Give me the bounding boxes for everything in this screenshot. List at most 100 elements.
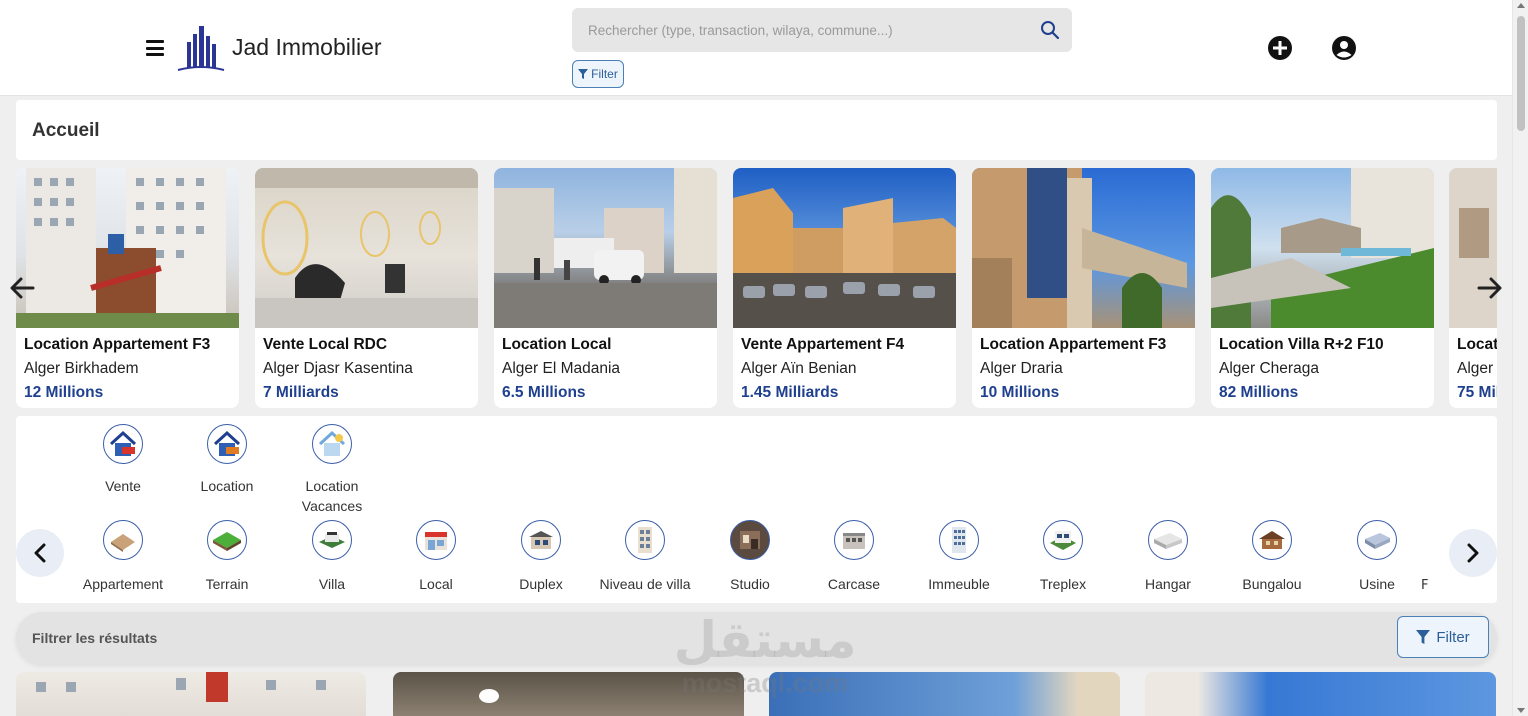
listing-price: 6.5 Millions	[502, 384, 586, 401]
search-input[interactable]	[572, 8, 1032, 52]
type-carcase[interactable]: Carcase	[802, 520, 906, 594]
listing-location: Alger Draria	[980, 360, 1063, 377]
listing-price: 1.45 Milliards	[741, 384, 839, 401]
brand-name[interactable]: Jad Immobilier	[232, 34, 382, 61]
listing-price: 75 Millions	[1457, 384, 1497, 401]
result-card[interactable]	[769, 672, 1120, 716]
listing-card[interactable]: Location Appartement F3 Alger Birkhadem …	[16, 168, 239, 408]
factory-icon	[1357, 520, 1397, 560]
listing-card[interactable]: Location Villa R+2 F10 Alger Cheraga 82 …	[1211, 168, 1434, 408]
page-title-panel: Accueil	[16, 100, 1497, 160]
listing-photo	[494, 168, 717, 328]
categories-prev-button[interactable]	[16, 529, 64, 577]
type-appartement[interactable]: Appartement	[71, 520, 175, 594]
listing-title: Vente Local RDC	[263, 336, 388, 353]
scroll-down-arrow-icon[interactable]	[1517, 708, 1525, 713]
listing-location: Alger El Madania	[502, 360, 621, 377]
transaction-location[interactable]: Location	[175, 424, 279, 496]
type-label: Local	[419, 576, 453, 592]
type-label: Treplex	[1039, 576, 1087, 592]
type-niveau-de-villa[interactable]: Niveau de villa	[593, 520, 697, 594]
house-holiday-icon	[312, 424, 352, 464]
carousel-prev-button[interactable]	[0, 266, 44, 310]
listing-card[interactable]: Location Appartement F3 Alger Draria 10 …	[972, 168, 1195, 408]
listing-title: Vente Appartement F4	[741, 336, 905, 353]
type-usine[interactable]: Usine	[1325, 520, 1429, 594]
filter-button-small[interactable]: Filter	[572, 60, 624, 88]
result-card[interactable]	[393, 672, 744, 716]
type-label: Duplex	[519, 576, 563, 592]
filter-button[interactable]: Filter	[1397, 616, 1489, 658]
listing-title: Location Appartement F3	[980, 336, 1167, 353]
menu-icon[interactable]	[146, 40, 164, 56]
filter-button-label: Filter	[591, 67, 618, 81]
result-card[interactable]	[1145, 672, 1496, 716]
type-villa[interactable]: Villa	[280, 520, 384, 594]
add-circle-icon[interactable]	[1268, 36, 1292, 60]
type-label: Usine	[1359, 576, 1395, 592]
chevron-right-icon	[1467, 543, 1479, 563]
page-title: Accueil	[32, 120, 100, 141]
page-scrollbar[interactable]	[1512, 0, 1528, 716]
type-bungalou[interactable]: Bungalou	[1220, 520, 1324, 594]
logo-icon[interactable]	[176, 24, 226, 72]
type-label: Niveau de villa	[599, 576, 691, 592]
carcass-icon	[834, 520, 874, 560]
type-hangar[interactable]: Hangar	[1116, 520, 1220, 594]
arrow-left-icon	[10, 277, 35, 299]
shop-icon	[416, 520, 456, 560]
land-icon	[207, 520, 247, 560]
categories-next-button[interactable]	[1449, 529, 1497, 577]
listing-photo	[733, 168, 956, 328]
listing-location: Alger Aïn Benian	[741, 360, 857, 377]
type-terrain[interactable]: Terrain	[175, 520, 279, 594]
scroll-up-arrow-icon[interactable]	[1517, 3, 1525, 8]
transaction-label: Location Vacances	[301, 478, 363, 514]
listing-card[interactable]: Vente Appartement F4 Alger Aïn Benian 1.…	[733, 168, 956, 408]
transaction-location-vacances[interactable]: Location Vacances	[280, 424, 384, 516]
scroll-thumb[interactable]	[1517, 16, 1525, 131]
transaction-vente[interactable]: Vente	[71, 424, 175, 496]
type-duplex[interactable]: Duplex	[489, 520, 593, 594]
type-treplex[interactable]: Treplex	[1011, 520, 1115, 594]
listing-photo	[1211, 168, 1434, 328]
type-label: Immeuble	[928, 576, 990, 592]
listing-photo	[255, 168, 478, 328]
listing-location: Alger	[1457, 360, 1494, 377]
house-rent-icon	[207, 424, 247, 464]
transaction-label: Location	[200, 478, 254, 494]
listing-title: Location Local	[502, 336, 612, 353]
type-local[interactable]: Local	[384, 520, 488, 594]
top-header: Jad Immobilier Filter	[0, 0, 1512, 96]
listing-title: Location Appartement F3	[24, 336, 211, 353]
type-immeuble[interactable]: Immeuble	[907, 520, 1011, 594]
result-card[interactable]	[16, 672, 366, 716]
type-label: Appartement	[82, 576, 164, 592]
listing-card[interactable]: Location Local Alger El Madania 6.5 Mill…	[494, 168, 717, 408]
bungalow-icon	[1252, 520, 1292, 560]
type-label: Terrain	[205, 576, 249, 592]
listing-title: Location	[1457, 336, 1497, 353]
result-photo	[479, 689, 499, 703]
type-label-cut: F	[1421, 578, 1429, 593]
search-bar	[572, 8, 1072, 52]
house-sale-icon	[103, 424, 143, 464]
listing-card[interactable]: Vente Local RDC Alger Djasr Kasentina 7 …	[255, 168, 478, 408]
triplex-icon	[1043, 520, 1083, 560]
apartment-icon	[103, 520, 143, 560]
search-icon[interactable]	[1040, 20, 1060, 40]
type-label: Carcase	[827, 576, 881, 592]
carousel-next-button[interactable]	[1468, 266, 1512, 310]
listing-price: 12 Millions	[24, 384, 104, 401]
filter-bar-label: Filtrer les résultats	[32, 630, 158, 646]
type-studio[interactable]: Studio	[698, 520, 802, 594]
listing-price: 7 Milliards	[263, 384, 339, 401]
category-panel: Vente Location Location Vacances Apparte…	[16, 416, 1497, 603]
building-icon	[939, 520, 979, 560]
funnel-icon	[578, 69, 589, 79]
listing-location: Alger Birkhadem	[24, 360, 139, 377]
user-account-icon[interactable]	[1332, 36, 1356, 60]
listing-photo	[972, 168, 1195, 328]
results-filter-bar: Filtrer les résultats Filter	[16, 612, 1497, 664]
listing-photo	[16, 168, 239, 328]
